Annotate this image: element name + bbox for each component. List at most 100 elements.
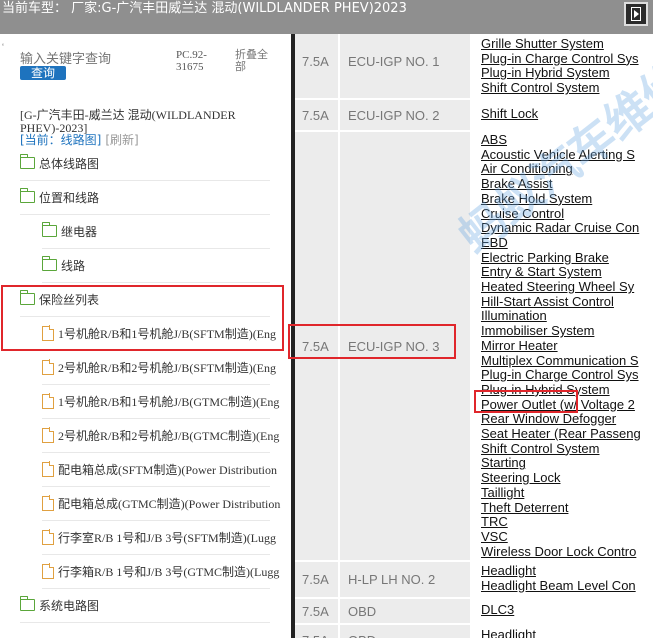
- tree-divider: [20, 214, 270, 215]
- system-link[interactable]: Starting: [481, 456, 526, 471]
- search-button[interactable]: 查询: [20, 66, 66, 80]
- tree-divider: [42, 554, 270, 555]
- system-link[interactable]: Air Conditioning: [481, 162, 573, 177]
- fuse-name: OBD: [340, 599, 470, 623]
- system-link[interactable]: Immobiliser System: [481, 323, 594, 339]
- vehicle-name: [G-广汽丰田-威兰达 混动(WILDLANDER PHEV)-2023]: [20, 108, 236, 135]
- system-link[interactable]: Hill-Start Assist Control: [481, 294, 614, 310]
- tree-divider: [20, 622, 270, 623]
- system-list: Headlight: [472, 625, 653, 638]
- page-icon: [42, 427, 55, 443]
- system-link[interactable]: Entry & Start System: [481, 265, 602, 280]
- system-link[interactable]: Cruise Control: [481, 206, 564, 222]
- system-link[interactable]: DLC3: [481, 602, 514, 618]
- system-link[interactable]: Multiplex Communication S: [481, 353, 639, 369]
- system-link[interactable]: Wireless Door Lock Contro: [481, 544, 636, 560]
- system-link[interactable]: Plug-in Charge Control Sys: [481, 367, 639, 383]
- tree-item-label: 配电箱总成(SFTM制造)(Power Distribution: [58, 462, 278, 477]
- fuse-amperage: 7.5A: [295, 34, 338, 98]
- fuse-amperage: 7.5A: [295, 599, 338, 623]
- system-link[interactable]: Headlight: [481, 563, 536, 579]
- current-vehicle-title: 当前车型： 厂家:G-广汽丰田威兰达 混动(WILDLANDER PHEV)20…: [2, 1, 407, 16]
- tree-item-label: 继电器: [61, 224, 98, 239]
- system-link[interactable]: Heated Steering Wheel Sy: [481, 279, 634, 295]
- small-mark: ‘: [2, 42, 4, 52]
- page-icon: [42, 529, 55, 545]
- tree-divider: [42, 452, 270, 453]
- tree-item-label: 1号机舱R/B和1号机舱J/B(GTMC制造)(Eng: [58, 394, 280, 409]
- system-link[interactable]: VSC: [481, 529, 508, 545]
- toggle-panel-button[interactable]: [624, 2, 648, 26]
- tree-item[interactable]: 线路: [41, 254, 86, 276]
- folder-icon: [19, 188, 35, 203]
- fuse-name: ECU-IGP NO. 2: [340, 100, 470, 130]
- system-link[interactable]: EBD: [481, 235, 508, 251]
- folder-icon: [41, 222, 57, 237]
- tree-item[interactable]: 2号机舱R/B和2号机舱J/B(GTMC制造)(Eng: [42, 424, 279, 446]
- collapse-all-link[interactable]: 折叠全部: [235, 49, 275, 73]
- system-list: Shift Lock: [472, 100, 653, 130]
- fuse-amperage: 7.5A: [295, 100, 338, 130]
- system-link[interactable]: Shift Control System: [481, 80, 600, 96]
- tree-item[interactable]: 行李室R/B 1号和J/B 3号(SFTM制造)(Lugg: [42, 526, 276, 548]
- system-link[interactable]: Brake Assist: [481, 176, 553, 192]
- system-link[interactable]: Seat Heater (Rear Passeng: [481, 426, 641, 442]
- tree-item-label: 配电箱总成(GTMC制造)(Power Distribution: [58, 496, 281, 511]
- system-link[interactable]: Steering Lock: [481, 470, 561, 486]
- system-link[interactable]: Electric Parking Brake: [481, 250, 609, 266]
- tree-divider: [42, 282, 270, 283]
- tree-item[interactable]: 配电箱总成(SFTM制造)(Power Distribution: [42, 458, 277, 480]
- tree-item[interactable]: 1号机舱R/B和1号机舱J/B(GTMC制造)(Eng: [42, 390, 279, 412]
- tree-item[interactable]: 系统电路图: [19, 594, 100, 616]
- tree-item[interactable]: 位置和线路: [19, 186, 100, 208]
- system-link[interactable]: Taillight: [481, 485, 524, 501]
- tree-item-label: 线路: [61, 258, 86, 273]
- tree-item[interactable]: 2号机舱R/B和2号机舱J/B(SFTM制造)(Eng: [42, 356, 276, 378]
- fuse-amperage: 7.5A: [295, 562, 338, 597]
- expand-panel-icon: [631, 7, 641, 21]
- tree-item[interactable]: 总体线路图: [19, 152, 99, 174]
- tree-divider: [20, 180, 270, 181]
- top-bar: 当前车型： 厂家:G-广汽丰田威兰达 混动(WILDLANDER PHEV)20…: [0, 0, 653, 34]
- highlight-fuse-ecu-igp-3: [288, 324, 456, 359]
- tree-item-label: 行李室R/B 1号和J/B 3号(SFTM制造)(Lugg: [58, 530, 277, 545]
- system-link[interactable]: Acoustic Vehicle Alerting S: [481, 147, 635, 163]
- page-icon: [42, 393, 55, 409]
- system-list: Grille Shutter System Plug-in Charge Cont…: [472, 34, 653, 98]
- tree-divider: [42, 384, 270, 385]
- tree-item[interactable]: 行李箱R/B 1号和J/B 3号(GTMC制造)(Lugg: [42, 560, 279, 582]
- system-link[interactable]: Shift Control System: [481, 441, 600, 457]
- system-link[interactable]: TRC: [481, 514, 508, 530]
- tree-item-label: 系统电路图: [39, 598, 100, 613]
- tree-item[interactable]: 继电器: [41, 220, 98, 242]
- system-link[interactable]: Dynamic Radar Cruise Con: [481, 220, 639, 236]
- highlight-fuse-list: [1, 285, 284, 351]
- system-link[interactable]: ABS: [481, 132, 507, 148]
- system-link[interactable]: Grille Shutter System: [481, 36, 604, 52]
- search-input[interactable]: [20, 51, 160, 67]
- tree-divider: [42, 418, 270, 419]
- system-link[interactable]: Mirror Heater: [481, 338, 558, 354]
- tree-item-label: 2号机舱R/B和2号机舱J/B(SFTM制造)(Eng: [58, 360, 277, 375]
- refresh-link[interactable]: [刷新]: [105, 133, 138, 147]
- system-link[interactable]: Rear Window Defogger: [481, 412, 616, 427]
- system-link[interactable]: Plug-in Charge Control Sys: [481, 51, 639, 67]
- system-link[interactable]: Headlight: [481, 627, 536, 638]
- system-link[interactable]: Theft Deterrent: [481, 500, 568, 516]
- system-list: Headlight Headlight Beam Level Con: [472, 562, 653, 597]
- tree-divider: [42, 486, 270, 487]
- system-link[interactable]: Headlight Beam Level Con: [481, 578, 636, 594]
- tree-item-label: 位置和线路: [39, 190, 100, 205]
- system-link[interactable]: Shift Lock: [481, 106, 538, 122]
- tree-item-label: 2号机舱R/B和2号机舱J/B(GTMC制造)(Eng: [58, 428, 280, 443]
- fuse-name: H-LP LH NO. 2: [340, 562, 470, 597]
- tree-divider: [42, 588, 270, 589]
- tree-divider: [42, 520, 270, 521]
- page-icon: [42, 563, 55, 579]
- system-link[interactable]: Illumination: [481, 309, 547, 324]
- tree-item[interactable]: 配电箱总成(GTMC制造)(Power Distribution: [42, 492, 280, 514]
- system-link[interactable]: Brake Hold System: [481, 191, 592, 207]
- current-label: [当前：线路图]: [20, 133, 102, 147]
- system-link[interactable]: Plug-in Hybrid System: [481, 66, 610, 81]
- tree-item-label: 行李箱R/B 1号和J/B 3号(GTMC制造)(Lugg: [58, 564, 280, 579]
